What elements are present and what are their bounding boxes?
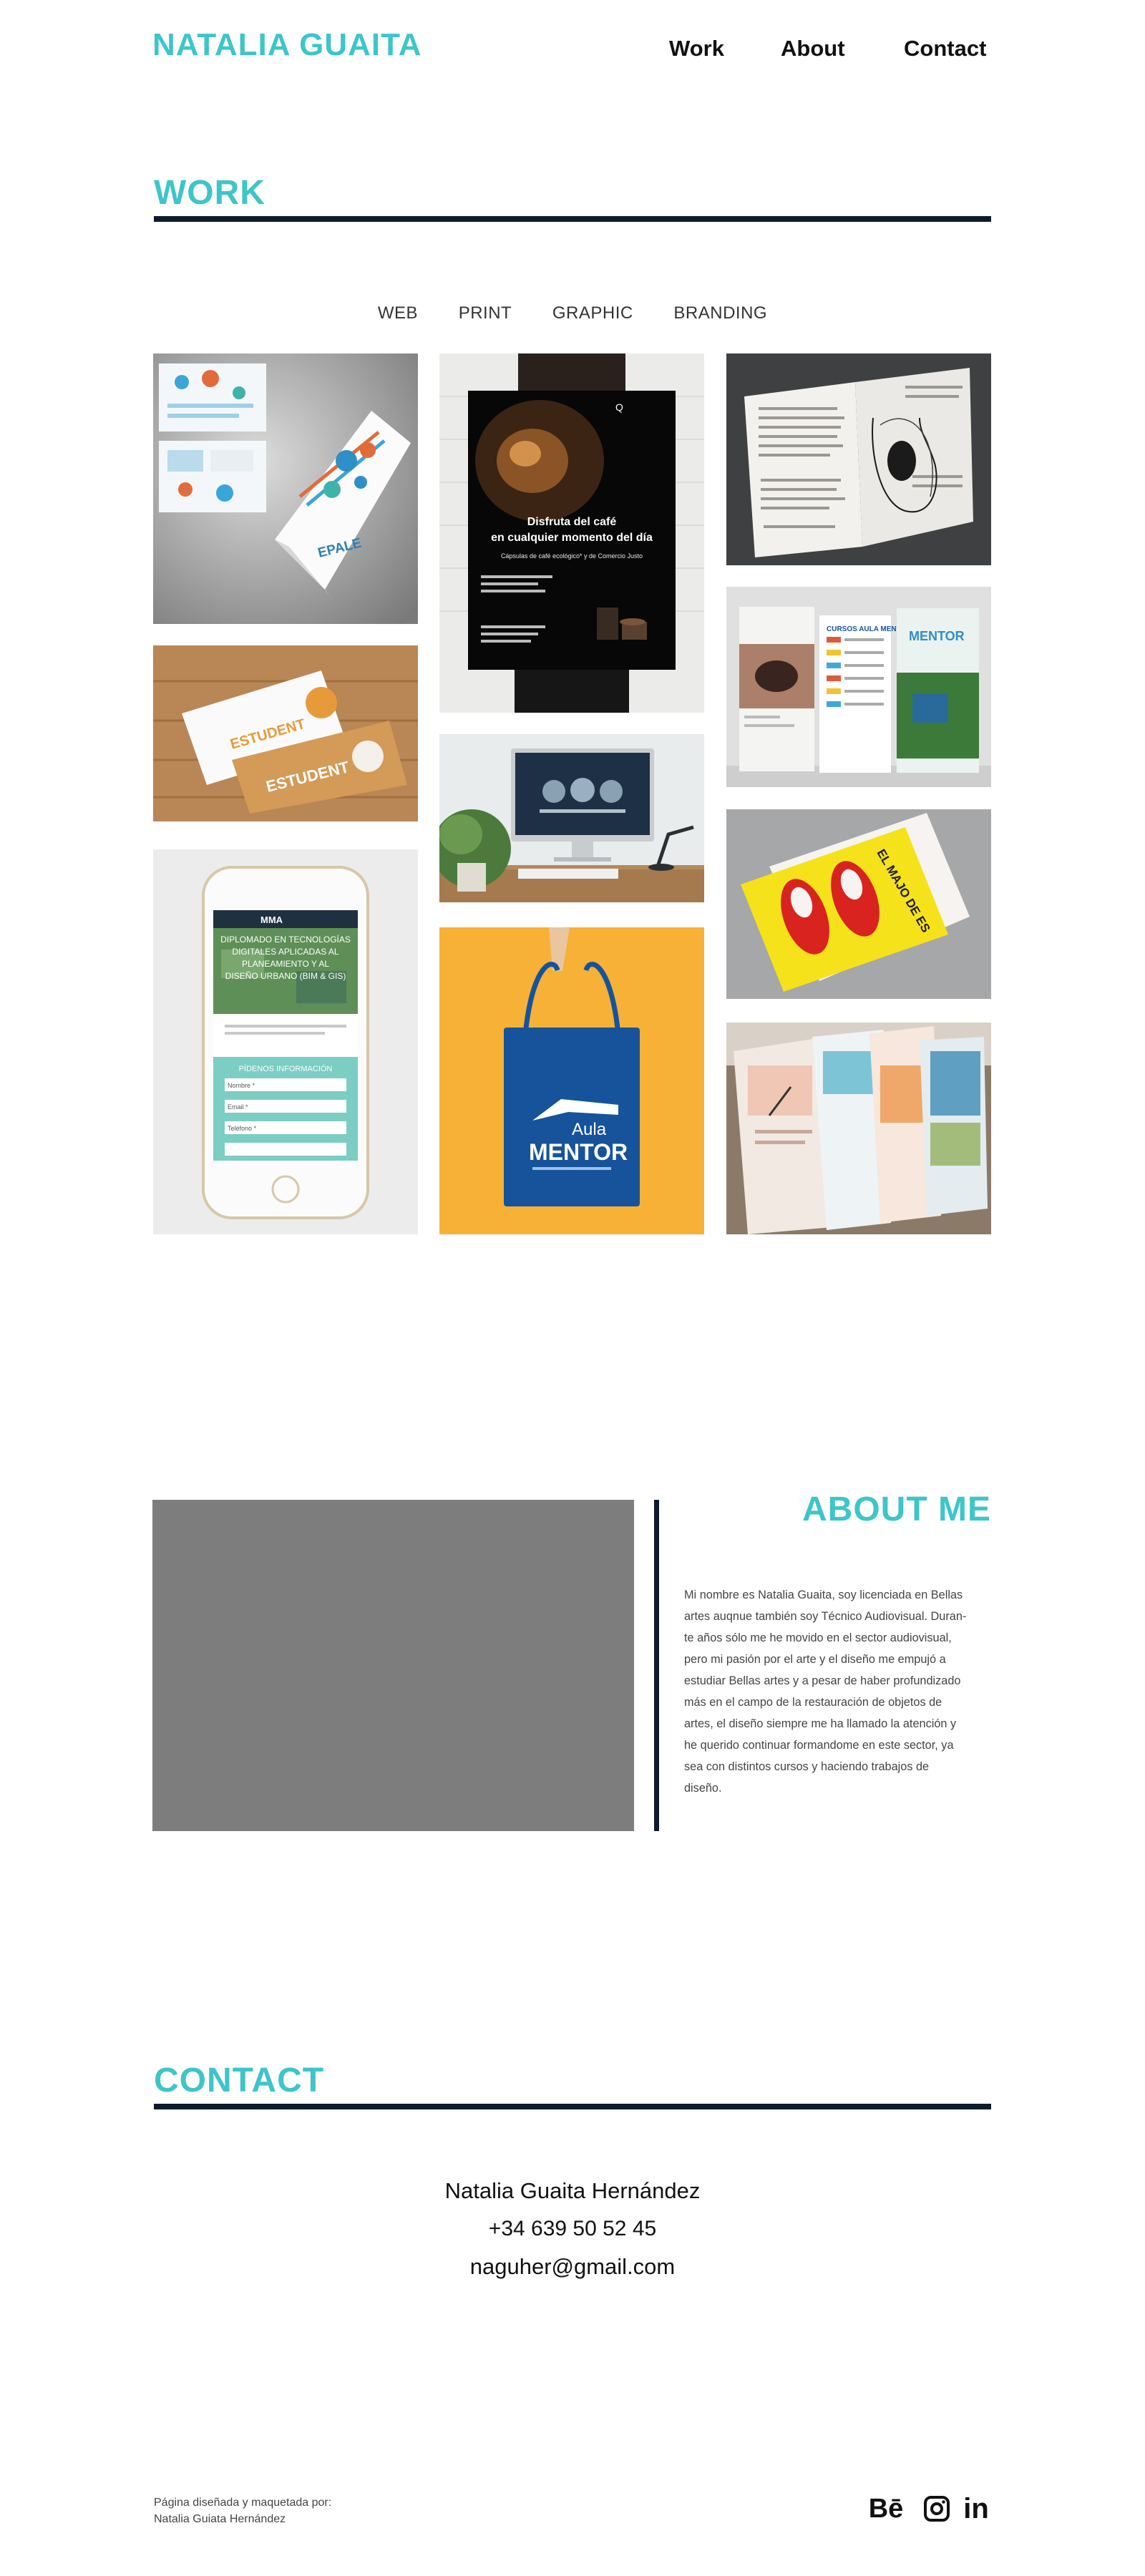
work-title: WORK: [154, 174, 265, 212]
nav-about[interactable]: About: [781, 36, 845, 62]
about-line: estudiar Bellas artes y a pesar de haber…: [684, 1674, 961, 1687]
footer-credit: Página diseñada y maquetada por: Natalia…: [154, 2494, 331, 2527]
bag-label-2: MENTOR: [529, 1139, 628, 1165]
project-mma-mobile[interactable]: MMA DIPLOMADO EN TECNOLOGÍAS DIGITALES A…: [153, 849, 418, 1234]
about-text: Mi nombre es Natalia Guaita, soy licenci…: [684, 1584, 989, 1799]
course-flyers-image: [726, 1023, 991, 1234]
project-aula-mentor-bag[interactable]: Aula MENTOR: [439, 927, 704, 1234]
rollup-banners-image: CURSOS AULA MENTOR MENTOR: [726, 587, 991, 787]
mma-mobile-image: MMA DIPLOMADO EN TECNOLOGÍAS DIGITALES A…: [153, 849, 418, 1234]
project-estudent-cards[interactable]: ESTUDENT ESTUDENT: [153, 645, 418, 821]
project-book-cover[interactable]: EL MAJO DE ES: [726, 809, 991, 999]
filter-print[interactable]: PRINT: [459, 303, 512, 323]
book-cover-image: EL MAJO DE ES: [726, 809, 991, 999]
web-desk-image: [439, 734, 704, 902]
coffee-headline-1: Disfruta del café: [527, 516, 617, 528]
contact-title: CONTACT: [154, 2062, 325, 2099]
phone-field-2: Email *: [228, 1103, 248, 1111]
footer-credit-line: Página diseñada y maquetada por:: [154, 2497, 332, 2509]
project-course-flyers[interactable]: [726, 1023, 991, 1234]
about-line: he querido continuar formandome en este …: [684, 1739, 954, 1752]
instagram-icon[interactable]: [922, 2493, 951, 2524]
contact-divider: [154, 2104, 991, 2109]
footer-credit-line: Natalia Guiata Hernández: [154, 2513, 286, 2525]
rollup-label-2: MENTOR: [909, 629, 965, 643]
linkedin-icon[interactable]: in: [960, 2493, 993, 2524]
about-line: Mi nombre es Natalia Guaita, soy licenci…: [684, 1589, 963, 1601]
phone-header: MMA: [260, 914, 283, 925]
work-filters: WEB PRINT GRAPHIC BRANDING: [0, 303, 1145, 323]
phone-title-4: DISEÑO URBANO (BIM & GIS): [225, 971, 346, 981]
contact-phone[interactable]: +34 639 50 52 45: [0, 2217, 1145, 2241]
about-line: más en el campo de la restauración de ob…: [684, 1696, 942, 1709]
nav-work[interactable]: Work: [669, 36, 724, 62]
estudent-cards-image: ESTUDENT ESTUDENT: [153, 645, 418, 821]
instagram-glyph: [924, 2496, 950, 2522]
phone-title-1: DIPLOMADO EN TECNOLOGÍAS: [220, 934, 351, 945]
about-title: ABOUT ME: [802, 1491, 991, 1528]
phone-field-3: Teléfono *: [228, 1125, 257, 1132]
about-line: pero mi pasión por el arte y el diseño m…: [684, 1653, 946, 1666]
about-line: diseño.: [684, 1782, 722, 1795]
phone-form-title: PÍDENOS INFORMACIÓN: [239, 1064, 333, 1073]
about-line: artes auqnue también soy Técnico Audiovi…: [684, 1610, 967, 1623]
coffee-headline-2: en cualquier momento del día: [491, 532, 653, 544]
filter-web[interactable]: WEB: [378, 303, 418, 323]
nav-contact[interactable]: Contact: [904, 36, 986, 62]
svg-text:Q: Q: [615, 401, 623, 413]
contact-email[interactable]: naguher@gmail.com: [0, 2254, 1145, 2280]
about-line: artes, el diseño siempre me ha llamado l…: [684, 1717, 957, 1730]
phone-title-3: PLANEAMIENTO Y AL: [242, 959, 329, 969]
about-photo-placeholder: [152, 1500, 634, 1831]
project-magazine-spread[interactable]: [726, 353, 991, 565]
behance-icon[interactable]: Bē: [862, 2493, 910, 2524]
bag-label-1: Aula: [572, 1120, 607, 1139]
aula-mentor-bag-image: Aula MENTOR: [439, 927, 704, 1234]
contact-name: Natalia Guaita Hernández: [444, 2178, 701, 2203]
coffee-poster-image: Q Disfruta del café en cualquier momento…: [439, 353, 704, 713]
about-line: sea con distintos cursos y haciendo trab…: [684, 1760, 930, 1773]
epale-brochure-image: EPALE: [153, 353, 418, 624]
site-logo[interactable]: NATALIA GUAITA: [152, 27, 422, 63]
about-line: te años sólo me he movido en el sector a…: [684, 1631, 952, 1644]
project-web-desk[interactable]: [439, 734, 704, 902]
project-coffee-poster[interactable]: Q Disfruta del café en cualquier momento…: [439, 353, 704, 713]
filter-graphic[interactable]: GRAPHIC: [552, 303, 633, 323]
work-divider: [154, 216, 991, 222]
coffee-sub: Cápsulas de café ecológico* y de Comerci…: [501, 552, 643, 560]
project-epale-brochure[interactable]: EPALE: [153, 353, 418, 624]
filter-branding[interactable]: BRANDING: [673, 303, 767, 323]
phone-title-2: DIGITALES APLICADAS AL: [232, 947, 339, 957]
about-divider: [654, 1500, 659, 1831]
phone-field-1: Nombre *: [228, 1082, 255, 1089]
magazine-spread-image: [726, 353, 991, 565]
project-rollup-banners[interactable]: CURSOS AULA MENTOR MENTOR: [726, 587, 991, 787]
